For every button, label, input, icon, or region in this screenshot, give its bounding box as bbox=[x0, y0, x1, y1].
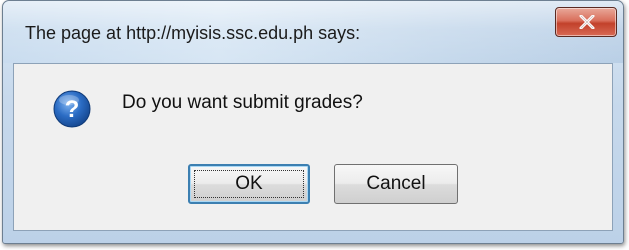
dialog-body: ? Do you want submit grades? OK Cancel bbox=[13, 63, 613, 231]
focus-indicator bbox=[194, 170, 304, 198]
cancel-button[interactable]: Cancel bbox=[334, 164, 458, 204]
cancel-button-label: Cancel bbox=[366, 173, 426, 194]
svg-text:?: ? bbox=[65, 96, 80, 123]
question-icon: ? bbox=[53, 90, 91, 128]
dialog-message: Do you want submit grades? bbox=[122, 92, 363, 113]
dialog-titlebar[interactable]: The page at http://myisis.ssc.edu.ph say… bbox=[3, 1, 623, 63]
dialog-title: The page at http://myisis.ssc.edu.ph say… bbox=[25, 23, 361, 43]
alert-dialog: The page at http://myisis.ssc.edu.ph say… bbox=[2, 0, 624, 244]
ok-button[interactable]: OK bbox=[188, 164, 310, 204]
close-icon bbox=[579, 15, 595, 29]
close-button[interactable] bbox=[555, 7, 617, 37]
